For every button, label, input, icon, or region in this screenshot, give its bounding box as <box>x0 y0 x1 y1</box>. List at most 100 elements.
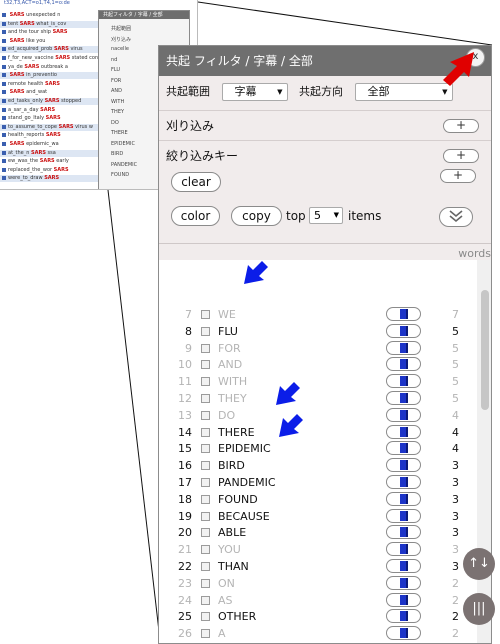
word-checkbox[interactable] <box>201 612 210 622</box>
word-term[interactable]: FOUND <box>218 491 258 508</box>
book-button[interactable] <box>386 458 421 473</box>
book-button[interactable] <box>386 559 421 573</box>
word-rank: 16 <box>178 459 192 473</box>
book-button[interactable] <box>386 391 421 405</box>
extra-add-button[interactable]: + <box>440 169 476 183</box>
word-term[interactable]: A <box>218 625 226 642</box>
copy-button[interactable]: copy <box>231 206 282 226</box>
word-term[interactable]: WITH <box>218 373 247 390</box>
word-checkbox[interactable] <box>201 562 210 571</box>
scope-select[interactable]: 字幕 ▼ <box>221 83 288 101</box>
book-button[interactable] <box>386 508 421 523</box>
word-term[interactable]: BECAUSE <box>218 508 270 525</box>
book-button[interactable] <box>386 609 421 624</box>
book-button[interactable] <box>386 626 421 641</box>
word-count: 5 <box>452 341 459 355</box>
prune-add-button[interactable]: + <box>443 119 479 133</box>
book-button[interactable] <box>386 407 421 422</box>
color-button[interactable]: color <box>171 206 220 226</box>
book-button[interactable] <box>386 542 421 557</box>
word-term[interactable]: EPIDEMIC <box>218 440 271 457</box>
filter-key-add-button[interactable]: + <box>443 149 479 163</box>
word-term[interactable]: ON <box>218 575 235 592</box>
word-checkbox[interactable] <box>201 427 210 437</box>
word-checkbox[interactable] <box>201 310 210 319</box>
word-rank: 18 <box>178 492 192 506</box>
book-icon <box>400 342 408 353</box>
word-term[interactable]: FLU <box>218 323 238 340</box>
word-checkbox[interactable] <box>201 326 210 336</box>
clear-button[interactable]: clear <box>171 172 221 192</box>
book-button[interactable] <box>386 575 421 590</box>
word-checkbox[interactable] <box>201 444 210 454</box>
book-button[interactable] <box>386 424 421 439</box>
word-checkbox[interactable] <box>201 377 210 387</box>
word-checkbox[interactable] <box>201 360 210 370</box>
book-button[interactable] <box>386 374 421 389</box>
word-term[interactable]: THEY <box>218 390 247 407</box>
word-term[interactable]: THERE <box>218 424 255 441</box>
word-term[interactable]: ABLE <box>218 524 246 541</box>
words-column-header: words <box>458 247 491 260</box>
word-checkbox[interactable] <box>201 461 210 471</box>
direction-select[interactable]: 全部 ▼ <box>354 83 453 101</box>
row-marker-icon <box>2 81 6 86</box>
row-marker-icon <box>2 159 6 164</box>
word-term[interactable]: YOU <box>218 541 241 558</box>
word-checkbox[interactable] <box>201 578 210 588</box>
word-term[interactable]: THAN <box>218 558 249 575</box>
word-checkbox[interactable] <box>201 494 210 504</box>
book-button[interactable] <box>386 307 421 321</box>
top-count-value: 5 <box>314 209 321 222</box>
word-rank: 13 <box>178 408 192 422</box>
word-checkbox[interactable] <box>201 394 210 403</box>
book-button[interactable] <box>386 475 421 489</box>
word-term[interactable]: AND <box>218 356 242 373</box>
filter-key-label: 絞り込みキー <box>166 149 239 163</box>
book-button[interactable] <box>386 323 421 338</box>
word-checkbox[interactable] <box>201 511 210 521</box>
thumbnail-panel-line: BIRD <box>111 151 124 157</box>
word-count: 3 <box>452 492 459 506</box>
word-list-scrollbar[interactable] <box>477 260 491 643</box>
word-checkbox[interactable] <box>201 545 210 555</box>
sort-arrows-icon: ↑↓ <box>468 556 490 571</box>
book-icon <box>400 628 408 639</box>
word-rank: 20 <box>178 526 192 540</box>
menu-button[interactable]: ||| <box>463 593 495 625</box>
word-term[interactable]: OTHER <box>218 608 256 625</box>
word-checkbox[interactable] <box>201 528 210 538</box>
word-checkbox[interactable] <box>201 343 210 353</box>
word-term[interactable]: BIRD <box>218 457 245 474</box>
row-marker-icon <box>2 90 6 95</box>
word-term[interactable]: WE <box>218 306 236 323</box>
book-button[interactable] <box>386 592 421 607</box>
book-icon <box>400 493 408 504</box>
sort-button[interactable]: ↑↓ <box>463 548 495 580</box>
close-button[interactable]: x <box>466 48 485 67</box>
word-term[interactable]: DO <box>218 407 235 424</box>
word-count: 3 <box>452 560 459 573</box>
book-button[interactable] <box>386 441 421 456</box>
word-rank: 25 <box>178 610 192 624</box>
word-checkbox[interactable] <box>201 595 210 605</box>
word-checkbox[interactable] <box>201 410 210 420</box>
top-count-select[interactable]: 5 ▼ <box>309 207 343 224</box>
word-checkbox[interactable] <box>201 478 210 487</box>
thumbnail-row-prefix: replaced_the_wor <box>8 166 53 173</box>
thumbnail-row-prefix: ew_was_the <box>8 158 39 165</box>
book-button[interactable] <box>386 525 421 540</box>
word-term[interactable]: FOR <box>218 340 241 357</box>
word-count: 5 <box>452 324 459 338</box>
thumbnail-panel-line: 共起範囲 <box>111 26 132 32</box>
scrollbar-thumb[interactable] <box>481 290 489 410</box>
word-term[interactable]: AS <box>218 592 233 609</box>
book-button[interactable] <box>386 340 421 355</box>
book-button[interactable] <box>386 491 421 506</box>
expand-toggle-button[interactable] <box>439 207 473 227</box>
word-row: 22 THAN 3 <box>159 558 459 575</box>
thumbnail-row: a_sar_a_day SARS <box>0 107 98 114</box>
book-button[interactable] <box>386 357 421 372</box>
word-checkbox[interactable] <box>201 629 210 639</box>
word-term[interactable]: PANDEMIC <box>218 474 276 491</box>
